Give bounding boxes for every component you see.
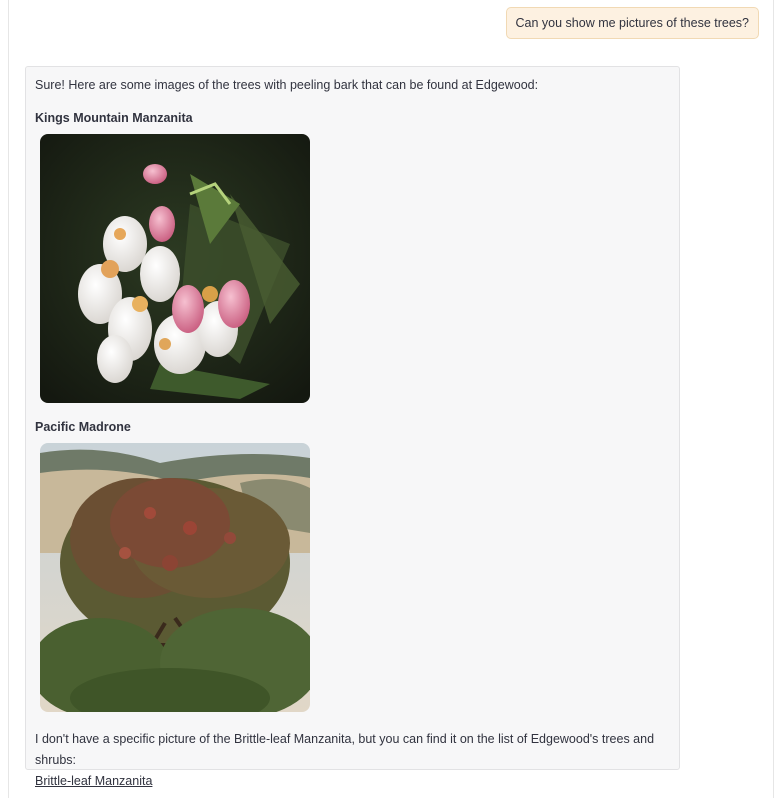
- manzanita-flower-photo: [40, 134, 310, 403]
- assistant-intro-text: Sure! Here are some images of the trees …: [35, 78, 539, 92]
- flower-image-icon: [40, 134, 310, 403]
- madrone-tree-photo: [40, 443, 310, 712]
- user-message-bubble: Can you show me pictures of these trees?: [505, 7, 759, 39]
- assistant-closing-text: I don't have a specific picture of the B…: [35, 729, 679, 792]
- user-message-text: Can you show me pictures of these trees?: [515, 16, 749, 30]
- assistant-message-card: Sure! Here are some images of the trees …: [25, 66, 680, 788]
- tree-image-icon: [40, 443, 310, 712]
- item-title-kings-mountain-manzanita: Kings Mountain Manzanita: [35, 111, 193, 125]
- closing-sentence: I don't have a specific picture of the B…: [35, 732, 655, 767]
- item-title-pacific-madrone: Pacific Madrone: [35, 420, 131, 434]
- brittle-leaf-manzanita-link[interactable]: Brittle-leaf Manzanita: [35, 774, 152, 788]
